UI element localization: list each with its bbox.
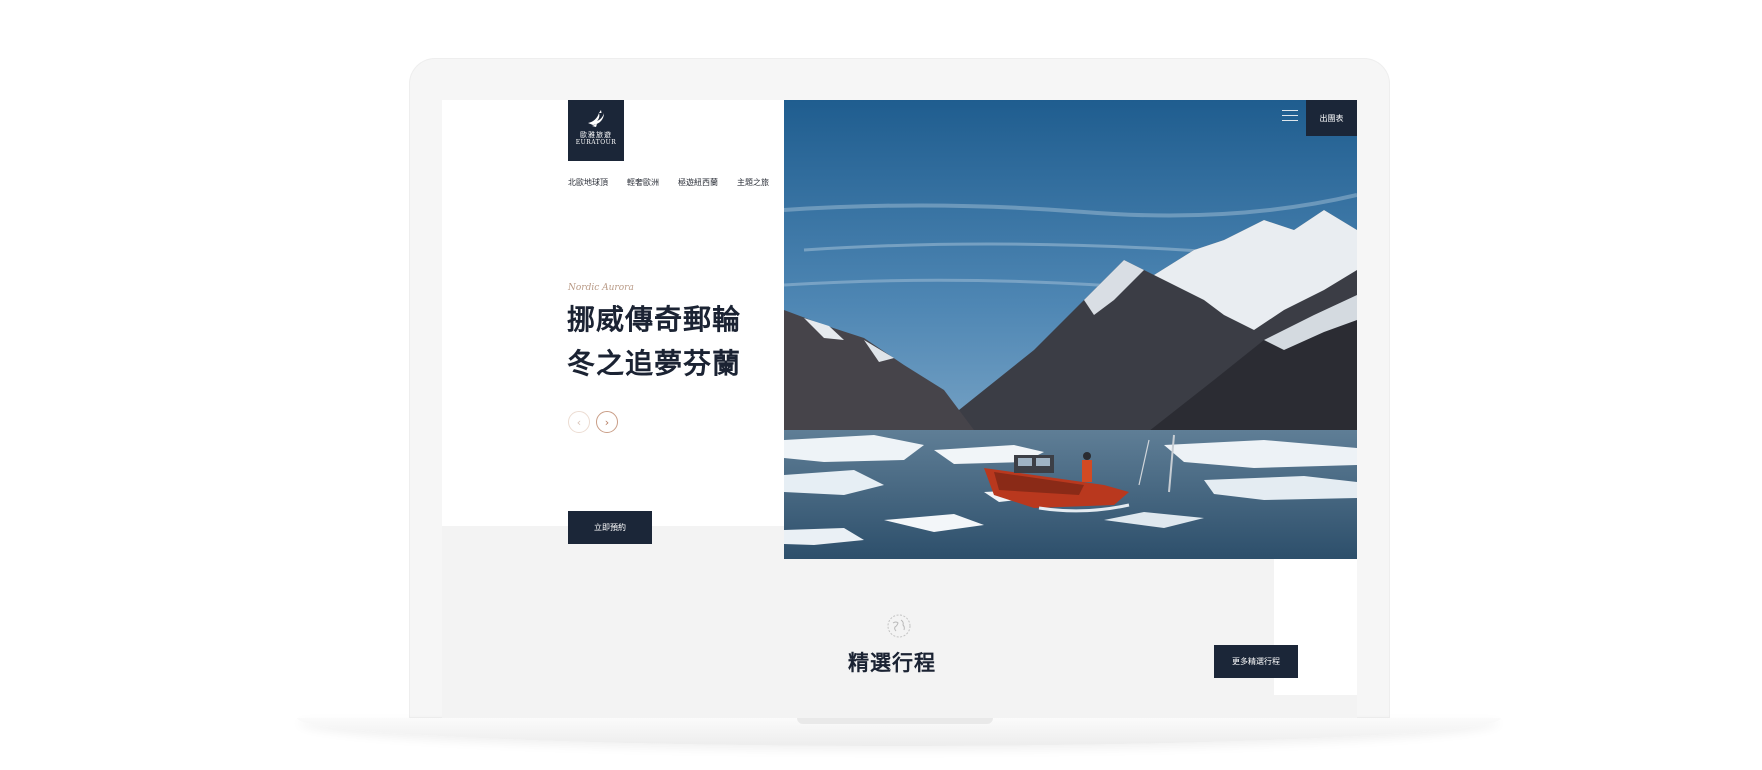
nav-item-europe[interactable]: 輕奢歐洲: [627, 177, 659, 188]
slider-prev-button[interactable]: ‹: [568, 411, 590, 433]
headline-line-1: 挪威傳奇郵輪: [567, 303, 742, 336]
headline-line-2: 冬之追夢芬蘭: [567, 347, 742, 380]
more-itineraries-button[interactable]: 更多精選行程: [1214, 645, 1298, 678]
hero-tagline: Nordic Aurora: [568, 283, 634, 293]
slider-next-button[interactable]: ›: [596, 411, 618, 433]
hero-headline: 挪威傳奇郵輪 冬之追夢芬蘭: [567, 298, 741, 386]
brand-logo[interactable]: 歐雅旅遊 EURATOUR: [568, 100, 624, 161]
hamburger-icon[interactable]: [1282, 110, 1298, 122]
nav-item-new-zealand[interactable]: 極遊紐西蘭: [678, 177, 718, 188]
tour-schedule-button[interactable]: 出團表: [1306, 100, 1357, 136]
brand-name-en: EURATOUR: [575, 139, 617, 146]
hero-photo: [784, 100, 1357, 559]
chevron-left-icon: ‹: [576, 415, 582, 429]
globe-icon: [887, 614, 911, 638]
brand-name-cn: 歐雅旅遊: [580, 131, 612, 139]
book-now-button[interactable]: 立即預約: [568, 511, 652, 544]
website-screen: 歐雅旅遊 EURATOUR 北歐地球頂 輕奢歐洲 極遊紐西蘭 主題之旅 Nord…: [442, 100, 1357, 718]
featured-section-title: 精選行程: [848, 650, 936, 675]
nav-item-themes[interactable]: 主題之旅: [737, 177, 769, 188]
bird-icon: [588, 110, 604, 127]
nav-item-nordic[interactable]: 北歐地球頂: [568, 177, 608, 188]
chevron-right-icon: ›: [604, 415, 610, 429]
laptop-notch: [797, 718, 993, 724]
main-nav: 北歐地球頂 輕奢歐洲 極遊紐西蘭 主題之旅: [568, 177, 769, 188]
